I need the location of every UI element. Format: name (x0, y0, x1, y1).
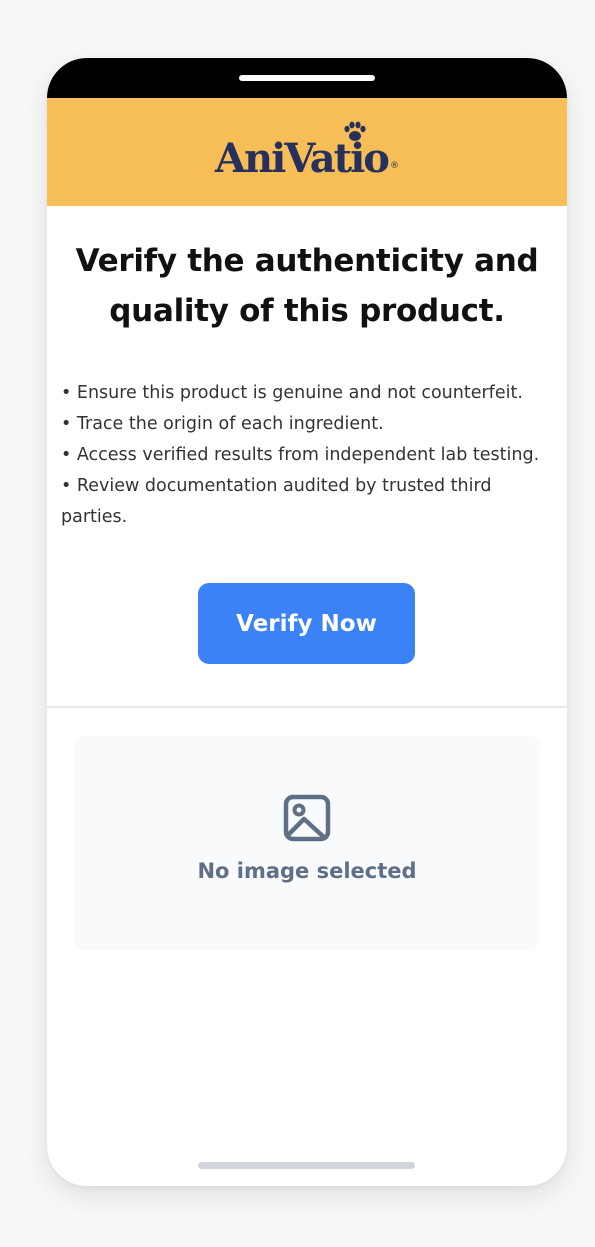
benefit-item: • Review documentation audited by truste… (61, 476, 492, 527)
home-indicator[interactable] (198, 1162, 415, 1169)
registered-mark: ® (389, 161, 399, 171)
verification-section: Verify the authenticity and quality of t… (47, 206, 567, 708)
benefit-item: • Trace the origin of each ingredient. (61, 414, 384, 434)
notch-indicator (239, 75, 375, 81)
brand-header: AniVatio ® (47, 98, 567, 206)
page-title: Verify the authenticity and quality of t… (75, 243, 539, 329)
benefit-list: • Ensure this product is genuine and not… (61, 378, 557, 533)
benefit-item: • Ensure this product is genuine and not… (61, 383, 523, 403)
verify-now-button[interactable]: Verify Now (198, 583, 415, 664)
status-bar (47, 58, 567, 98)
phone-frame: AniVatio ® Verify the authenticity and q… (47, 58, 567, 1186)
brand-logo-text: AniVatio (215, 135, 390, 182)
image-preview-placeholder: No image selected (74, 735, 540, 950)
empty-image-label: No image selected (197, 859, 417, 883)
benefit-item: • Access verified results from independe… (61, 445, 540, 465)
image-icon (283, 794, 331, 842)
brand-logo: AniVatio ® (215, 121, 399, 182)
paw-icon (344, 121, 366, 141)
